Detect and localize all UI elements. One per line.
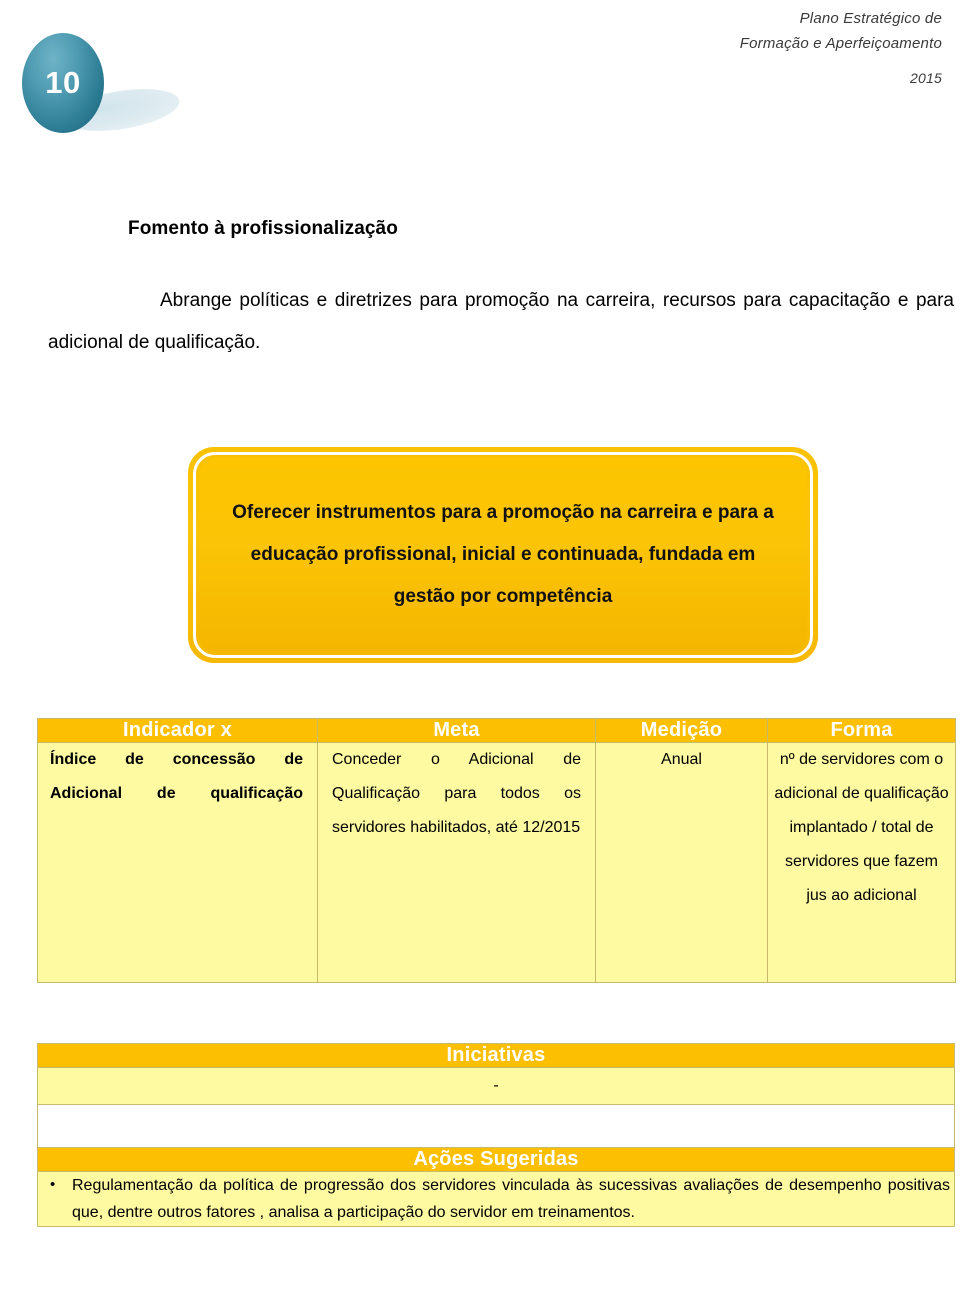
document-year: 2015: [910, 70, 942, 86]
initiatives-value: -: [37, 1067, 955, 1105]
initiatives-actions-table: Iniciativas - Ações Sugeridas Regulament…: [37, 1043, 955, 1227]
indicator-table: Indicador x Meta Medição Forma Índice de…: [37, 718, 956, 983]
suggested-actions-header: Ações Sugeridas: [37, 1147, 955, 1172]
initiatives-header: Iniciativas: [37, 1043, 955, 1068]
column-header-meta: Meta: [317, 718, 596, 743]
cell-indicador: Índice de concessão de Adicional de qual…: [37, 742, 318, 983]
table-row: Índice de concessão de Adicional de qual…: [37, 742, 956, 983]
list-item: Regulamentação da política de progressão…: [50, 1171, 954, 1226]
objective-box-fill: Oferecer instrumentos para a promoção na…: [199, 458, 807, 652]
suggested-actions-cell: Regulamentação da política de progressão…: [37, 1171, 955, 1227]
page-number-badge: 10: [22, 33, 183, 138]
cell-forma: nº de servidores com o adicional de qual…: [767, 742, 956, 983]
actions-body-row: Regulamentação da política de progressão…: [37, 1171, 955, 1227]
objective-box: Oferecer instrumentos para a promoção na…: [188, 447, 818, 663]
column-header-forma: Forma: [767, 718, 956, 743]
spacer-cell: [37, 1104, 955, 1148]
initiatives-header-row: Iniciativas: [37, 1043, 955, 1068]
document-title-line-2: Formação e Aperfeiçoamento: [739, 35, 942, 52]
document-title-block: Plano Estratégico de Formação e Aperfeiç…: [740, 6, 942, 91]
column-header-medicao: Medição: [595, 718, 768, 743]
table-header-row: Indicador x Meta Medição Forma: [37, 718, 956, 743]
objective-text: Oferecer instrumentos para a promoção na…: [232, 502, 774, 607]
page-number-label: 10: [45, 65, 81, 100]
page-header: Plano Estratégico de Formação e Aperfeiç…: [0, 0, 960, 150]
suggested-actions-list: Regulamentação da política de progressão…: [38, 1171, 954, 1226]
page-title: Fomento à profissionalização: [128, 218, 398, 239]
objective-box-inner-ring: Oferecer instrumentos para a promoção na…: [193, 452, 813, 658]
document-title-line-1: Plano Estratégico de: [799, 10, 942, 27]
cell-medicao: Anual: [595, 742, 768, 983]
cell-meta: Conceder o Adicional de Qualificação par…: [317, 742, 596, 983]
spacer-row: [37, 1104, 955, 1148]
actions-header-row: Ações Sugeridas: [37, 1147, 955, 1172]
intro-paragraph: Abrange políticas e diretrizes para prom…: [48, 290, 954, 353]
column-header-indicador: Indicador x: [37, 718, 318, 743]
initiatives-value-row: -: [37, 1067, 955, 1105]
